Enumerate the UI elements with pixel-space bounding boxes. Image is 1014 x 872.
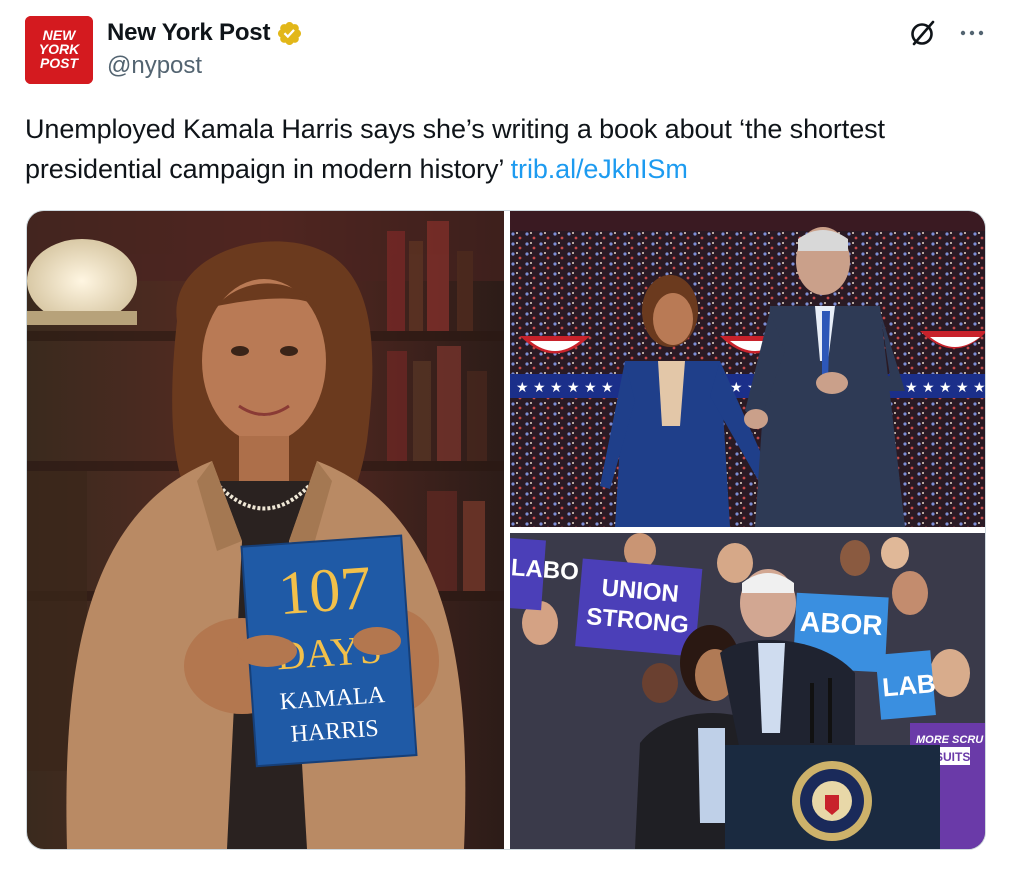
tweet-body: Unemployed Kamala Harris says she’s writ… — [25, 114, 885, 184]
photo-rally[interactable]: ★ ★ ★ ★ ★ ★ ★ ★ ★ ★ ★ ★ ★ — [510, 211, 986, 527]
more-icon[interactable] — [958, 19, 986, 47]
grok-icon[interactable] — [908, 18, 938, 48]
sign-labor-mid: ABOR — [799, 606, 883, 641]
tweet: NEW YORK POST New York Post @nypost Unem… — [0, 0, 1014, 872]
shirt-text: MORE SCRU — [916, 734, 984, 746]
avatar-line-3: POST — [40, 55, 80, 71]
tweet-link[interactable]: trib.al/eJkhISm — [511, 154, 688, 184]
nypost-logo: NEW YORK POST — [25, 16, 93, 84]
handle[interactable]: @nypost — [107, 52, 303, 80]
author-block: New York Post @nypost — [107, 18, 303, 80]
sign-labor-right: LAB — [881, 668, 937, 703]
verified-badge-icon[interactable] — [276, 20, 303, 47]
photo-labor-rally[interactable]: LABO UNION STRONG ABOR LAB MORE SCRU SUI… — [510, 533, 985, 849]
book-number: 107 — [276, 554, 374, 628]
header-actions — [908, 18, 986, 48]
svg-text:★ ★ ★ ★ ★: ★ ★ ★ ★ ★ — [905, 380, 986, 396]
display-name[interactable]: New York Post — [107, 19, 270, 47]
shirt-text-2: SUITS — [935, 750, 970, 764]
media-grid: 107 DAYS KAMALA HARRIS ★ ★ ★ ★ ★ ★ ★ ★ ★… — [26, 210, 986, 850]
photo-book[interactable]: 107 DAYS KAMALA HARRIS — [27, 211, 504, 849]
avatar[interactable]: NEW YORK POST — [25, 16, 93, 84]
svg-text:★ ★ ★ ★ ★ ★: ★ ★ ★ ★ ★ ★ — [516, 380, 614, 396]
tweet-text: Unemployed Kamala Harris says she’s writ… — [25, 109, 995, 189]
sign-labor-left: LABO — [510, 554, 580, 586]
